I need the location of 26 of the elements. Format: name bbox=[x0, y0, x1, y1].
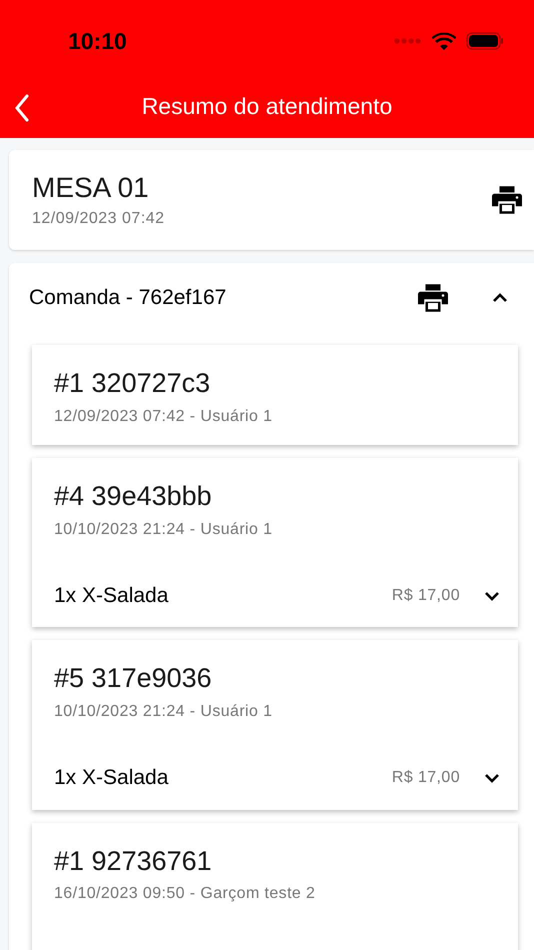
chevron-down-icon[interactable] bbox=[484, 772, 500, 783]
item-label: 1x X-Salada bbox=[54, 765, 170, 791]
order-title: #1 320727c3 bbox=[54, 367, 212, 400]
order-title: #5 317e9036 bbox=[54, 662, 213, 696]
back-icon bbox=[14, 94, 30, 122]
signal-icon bbox=[394, 38, 422, 44]
chevron-up-icon[interactable] bbox=[492, 293, 508, 303]
status-time: 10:10 bbox=[68, 26, 127, 56]
screen-title: Resumo do atendimento bbox=[142, 92, 392, 121]
item-price: R$ 17,00 bbox=[392, 768, 460, 788]
table-datetime: 12/09/2023 07:42 bbox=[32, 208, 165, 228]
order-meta: 12/09/2023 07:42 - Usuário 1 bbox=[54, 406, 274, 427]
comanda-title: Comanda - 762ef167 bbox=[29, 285, 228, 312]
order-meta: 16/10/2023 09:50 - Garçom teste 2 bbox=[54, 884, 316, 904]
battery-icon bbox=[466, 32, 504, 50]
order-title: #1 92736761 bbox=[54, 844, 213, 878]
table-name: MESA 01 bbox=[32, 170, 150, 204]
order-title: #4 39e43bbb bbox=[54, 480, 213, 513]
print-icon[interactable] bbox=[492, 186, 522, 214]
item-price: R$ 17,00 bbox=[392, 586, 460, 606]
order-meta: 10/10/2023 21:24 - Usuário 1 bbox=[54, 702, 274, 722]
chevron-down-icon[interactable] bbox=[484, 590, 500, 600]
print-icon[interactable] bbox=[418, 284, 448, 312]
order-meta: 10/10/2023 21:24 - Usuário 1 bbox=[54, 520, 274, 540]
item-label: 1x X-Salada bbox=[54, 582, 170, 609]
wifi-icon bbox=[432, 32, 456, 50]
